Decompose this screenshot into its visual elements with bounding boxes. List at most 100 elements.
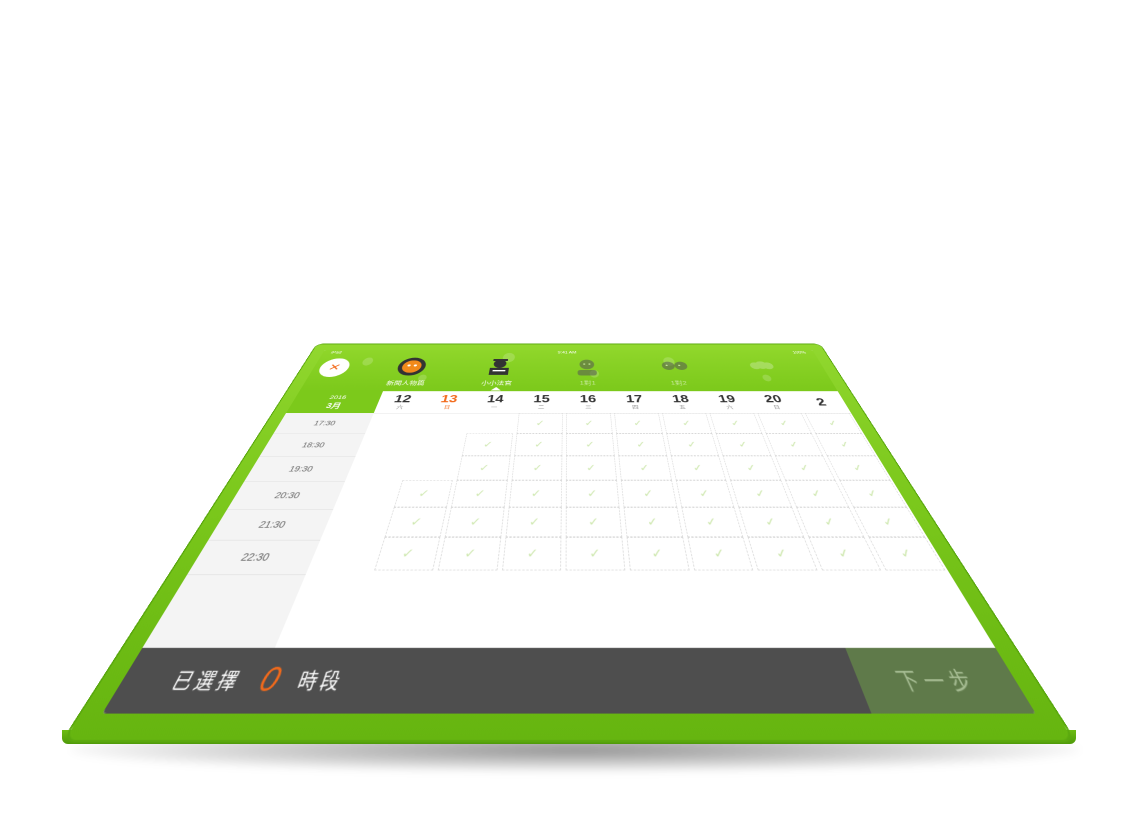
slot-area: ✓ ✓ ✓ ✓ ✓ ✓ ✓ ✓ ✓ ✓ ✓ ✓ ✓ ✓ ✓ ✓ ✓ ✓ ✓ ✓ ✓ ✓ ✓ ✓ ✓ ✓ ✓ ✓ ✓ ✓ ✓ ✓ ✓ ✓ ✓ ✓ ✓ ✓ ✓ ✓… — [275, 413, 996, 648]
app-screen: iPad 9:41 AM 100% ✕ 新聞人物篇 小小法官 1對1 1對2 2… — [102, 350, 1036, 714]
tab-judge[interactable]: 小小法官 — [454, 356, 540, 390]
time-slot[interactable]: ✓ — [827, 456, 890, 480]
day-header[interactable]: 17 四 — [610, 391, 660, 413]
time-slot[interactable]: ✓ — [627, 537, 690, 570]
time-slot[interactable]: ✓ — [854, 507, 926, 537]
day-number: 17 — [625, 394, 643, 404]
time-slot[interactable]: ✓ — [676, 480, 735, 507]
day-number: 13 — [440, 394, 459, 404]
time-label: 20:30 — [227, 482, 345, 510]
time-slot[interactable]: ✓ — [505, 507, 561, 537]
time-slot[interactable]: ✓ — [566, 537, 625, 570]
stage: iPad 9:41 AM 100% ✕ 新聞人物篇 小小法官 1對1 1對2 2… — [0, 0, 1136, 820]
two-person-icon — [655, 356, 694, 378]
day-number: 14 — [486, 394, 504, 404]
time-slot[interactable]: ✓ — [687, 537, 753, 570]
slot-unavailable: ✓ — [358, 433, 413, 455]
time-slot[interactable]: ✓ — [739, 507, 804, 537]
time-label: 19:30 — [244, 457, 355, 482]
slot-unavailable: ✓ — [417, 413, 468, 433]
day-header[interactable]: 15 二 — [517, 391, 565, 413]
time-slot[interactable]: ✓ — [757, 413, 812, 433]
time-slot[interactable]: ✓ — [445, 507, 505, 537]
tab-reporter[interactable]: 新聞人物篇 — [361, 356, 454, 390]
time-slot[interactable]: ✓ — [566, 507, 622, 537]
time-label: 17:30 — [273, 413, 374, 434]
next-step-button[interactable]: 下一步 — [845, 648, 1035, 714]
weekday-label: 五 — [679, 404, 687, 411]
scene: iPad 9:41 AM 100% ✕ 新聞人物篇 小小法官 1對1 1對2 2… — [0, 0, 1136, 820]
time-slot[interactable]: ✓ — [566, 413, 612, 433]
time-slot[interactable]: ✓ — [869, 537, 945, 570]
time-slot[interactable]: ✓ — [457, 456, 510, 480]
day-header[interactable]: 16 三 — [565, 391, 613, 413]
time-slot[interactable]: ✓ — [517, 413, 563, 433]
reporter-icon — [390, 356, 432, 378]
time-slot[interactable]: ✓ — [662, 413, 712, 433]
day-header[interactable]: 12 六 — [374, 391, 429, 413]
slot-unavailable: ✓ — [402, 456, 458, 480]
status-bar: iPad 9:41 AM 100% — [322, 350, 816, 355]
time-slot[interactable]: ✓ — [514, 433, 563, 455]
close-icon: ✕ — [326, 362, 343, 372]
tab-label: 新聞人物篇 — [385, 379, 426, 386]
time-slot[interactable]: ✓ — [805, 413, 862, 433]
time-slot[interactable]: ✓ — [566, 433, 614, 455]
carrier-label: iPad — [330, 351, 342, 355]
day-number: 12 — [393, 394, 413, 404]
app-header: iPad 9:41 AM 100% ✕ 新聞人物篇 小小法官 1對1 1對2 — [299, 350, 837, 391]
time-slot[interactable]: ✓ — [748, 537, 818, 570]
day-header-today[interactable]: 13 日 — [422, 391, 474, 413]
time-slot[interactable]: ✓ — [614, 413, 662, 433]
time-slot[interactable]: ✓ — [509, 480, 563, 507]
time-slot[interactable]: ✓ — [716, 433, 771, 455]
time-slot[interactable]: ✓ — [502, 537, 562, 570]
day-header[interactable]: 14 一 — [469, 391, 519, 413]
time-slot[interactable]: ✓ — [710, 413, 762, 433]
tab-label: 1對2 — [670, 379, 688, 386]
slot-unavailable: ✓ — [347, 456, 406, 480]
time-slot[interactable]: ✓ — [618, 456, 671, 480]
time-slot[interactable]: ✓ — [730, 480, 792, 507]
day-header[interactable]: 18 五 — [656, 391, 708, 413]
selected-label: 已選擇 — [166, 664, 248, 695]
time-slot[interactable]: ✓ — [816, 433, 876, 455]
weekday-label: 六 — [395, 404, 404, 411]
weekday-label: 三 — [585, 404, 592, 411]
day-header[interactable]: 2 — [792, 391, 851, 413]
time-slot[interactable]: ✓ — [624, 507, 683, 537]
month-label: 3月 — [324, 400, 343, 410]
tab-one-on-two[interactable]: 1對2 — [633, 356, 722, 390]
battery-label: 100% — [792, 351, 807, 355]
time-slot[interactable]: ✓ — [451, 480, 507, 507]
time-slot[interactable]: ✓ — [512, 456, 563, 480]
time-slot[interactable]: ✓ — [394, 480, 453, 507]
month-selector[interactable]: 2016 3月 — [286, 391, 383, 413]
time-slot[interactable]: ✓ — [681, 507, 743, 537]
time-slot[interactable]: ✓ — [384, 507, 447, 537]
time-slot[interactable]: ✓ — [621, 480, 677, 507]
time-label: 21:30 — [208, 510, 333, 541]
one-person-icon — [570, 356, 605, 378]
time-slot[interactable]: ✓ — [723, 456, 781, 480]
slot-unavailable: ✓ — [336, 480, 398, 507]
time-slot[interactable]: ✓ — [666, 433, 719, 455]
weekday-label: 二 — [538, 404, 545, 411]
tab-label: 小小法官 — [481, 379, 513, 386]
clock-label: 9:41 AM — [558, 351, 577, 355]
tab-label: 1對1 — [579, 379, 596, 386]
time-slot[interactable]: ✓ — [374, 537, 441, 570]
tab-one-on-one[interactable]: 1對1 — [546, 356, 629, 390]
time-slot[interactable]: ✓ — [840, 480, 907, 507]
time-slot[interactable]: ✓ — [566, 480, 619, 507]
time-slot[interactable]: ✓ — [616, 433, 667, 455]
time-slot[interactable]: ✓ — [438, 537, 501, 570]
time-slot[interactable]: ✓ — [671, 456, 727, 480]
time-slot[interactable]: ✓ — [566, 456, 617, 480]
day-number: 16 — [580, 394, 597, 404]
selection-footer: 已選擇 0 時段 下一步 — [102, 648, 1036, 714]
slot-unavailable: ✓ — [310, 537, 380, 570]
day-number: 2 — [814, 397, 828, 408]
time-slot[interactable]: ✓ — [462, 433, 513, 455]
date-row: 2016 3月 12 六 13 日 14 一 15 二 16 三 17 四 18 五 19 六 … — [286, 391, 852, 413]
